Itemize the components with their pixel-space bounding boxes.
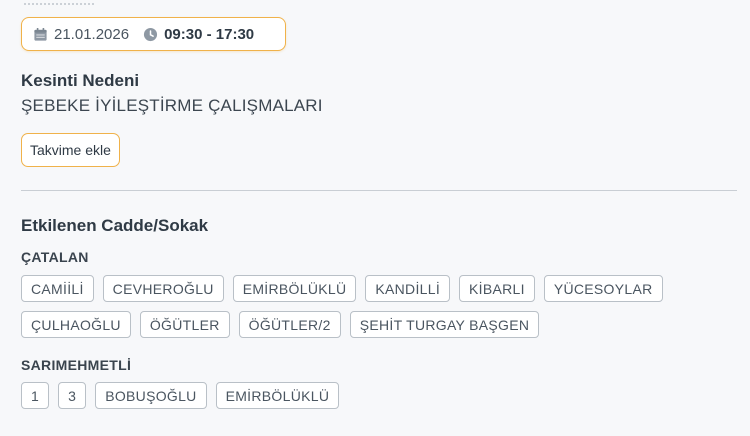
street-tag-row: ÇULHAOĞLU ÖĞÜTLER ÖĞÜTLER/2 ŞEHİT TURGAY… — [21, 311, 540, 338]
street-tag: ÖĞÜTLER/2 — [238, 311, 341, 338]
street-tag: ŞEHİT TURGAY BAŞGEN — [349, 311, 540, 338]
street-tag: KANDİLLİ — [365, 275, 451, 302]
outage-date: 21.01.2026 — [54, 25, 130, 43]
street-tag: BOBUŞOĞLU — [95, 382, 207, 409]
street-tag-row: 1 3 BOBUŞOĞLU EMİRBÖLÜKLÜ — [21, 382, 340, 409]
street-tag: EMİRBÖLÜKLÜ — [215, 382, 340, 409]
street-tag: CAMİİLİ — [21, 275, 94, 302]
street-tag: KİBARLI — [459, 275, 535, 302]
district-label-sarimehmetli: SARIMEHMETLİ — [21, 357, 132, 373]
street-tag: 3 — [58, 382, 87, 409]
street-tag: EMİRBÖLÜKLÜ — [232, 275, 357, 302]
street-tag: ÇULHAOĞLU — [21, 311, 131, 338]
add-to-calendar-button[interactable]: Takvime ekle — [21, 133, 120, 167]
affected-streets-title: Etkilenen Cadde/Sokak — [21, 216, 209, 235]
calendar-icon — [33, 27, 48, 42]
section-divider — [21, 190, 737, 191]
clock-icon — [143, 27, 158, 42]
street-tag: YÜCESOYLAR — [543, 275, 663, 302]
outage-reason-label: Kesinti Nedeni — [21, 71, 140, 90]
street-tag: ÖĞÜTLER — [139, 311, 230, 338]
outage-time-range: 09:30 - 17:30 — [164, 25, 255, 43]
street-tag: 1 — [21, 382, 50, 409]
outage-reason: ŞEBEKE İYİLEŞTİRME ÇALIŞMALARI — [21, 96, 323, 115]
street-tag: CEVHEROĞLU — [102, 275, 224, 302]
outage-datetime-chip: 21.01.2026 09:30 - 17:30 — [21, 17, 286, 51]
truncated-header-text — [24, 0, 94, 5]
district-label-catalan: ÇATALAN — [21, 249, 89, 265]
street-tag-row: CAMİİLİ CEVHEROĞLU EMİRBÖLÜKLÜ KANDİLLİ … — [21, 275, 663, 302]
